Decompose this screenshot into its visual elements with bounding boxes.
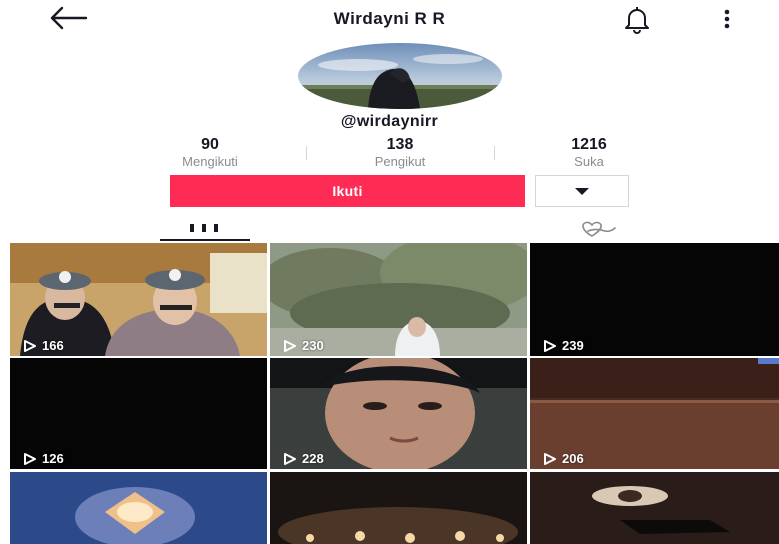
video-grid: 166 230 239 126 228 206 xyxy=(10,243,779,544)
tab-videos[interactable] xyxy=(160,214,250,241)
bell-icon xyxy=(625,7,649,34)
play-outline-icon xyxy=(284,452,296,465)
top-bar: Wirdayni R R xyxy=(0,0,779,40)
caret-down-icon xyxy=(575,188,589,195)
video-thumbnail-5[interactable]: 228 xyxy=(270,358,527,469)
notifications-button[interactable] xyxy=(620,4,654,34)
avatar-photo xyxy=(298,43,502,109)
video-thumbnail-2[interactable]: 230 xyxy=(270,243,527,356)
view-count-value: 230 xyxy=(302,338,324,353)
stat-followers-label: Pengikut xyxy=(374,154,426,169)
play-outline-icon xyxy=(544,339,556,352)
profile-name-title: Wirdayni R R xyxy=(333,9,446,28)
view-count-value: 206 xyxy=(562,451,584,466)
view-count: 230 xyxy=(283,338,324,353)
view-count: 166 xyxy=(23,338,64,353)
play-outline-icon xyxy=(24,339,36,352)
stat-followers[interactable]: 138 Pengikut xyxy=(330,136,470,170)
stat-likes-value: 1216 xyxy=(571,136,607,153)
video-thumbnail-7[interactable] xyxy=(10,472,267,544)
view-count: 126 xyxy=(23,451,64,466)
play-outline-icon xyxy=(544,452,556,465)
video-thumbnail-6[interactable]: 206 xyxy=(530,358,779,469)
play-outline-icon xyxy=(24,452,36,465)
more-vertical-icon xyxy=(724,9,730,29)
tab-liked-videos[interactable] xyxy=(555,214,635,241)
view-count: 228 xyxy=(283,451,324,466)
view-count-value: 228 xyxy=(302,451,324,466)
video-thumbnail-9[interactable] xyxy=(530,472,779,544)
video-thumbnail-3[interactable]: 239 xyxy=(530,243,779,356)
follow-button[interactable]: Ikuti xyxy=(170,175,525,207)
suggested-accounts-dropdown-button[interactable] xyxy=(535,175,629,207)
heart-hand-icon xyxy=(582,221,616,237)
profile-handle: @wirdaynirr xyxy=(340,113,439,130)
video-thumbnail-image xyxy=(10,472,267,544)
stat-followers-value: 138 xyxy=(386,136,414,153)
view-count-value: 239 xyxy=(562,338,584,353)
stat-following-label: Mengikuti xyxy=(182,154,238,169)
view-count: 239 xyxy=(543,338,584,353)
video-thumbnail-image xyxy=(530,472,779,544)
view-count: 206 xyxy=(543,451,584,466)
more-options-button[interactable] xyxy=(716,6,738,34)
stat-divider xyxy=(494,146,495,160)
video-thumbnail-1[interactable]: 166 xyxy=(10,243,267,356)
active-tab-indicator xyxy=(160,239,250,241)
play-outline-icon xyxy=(284,339,296,352)
stat-divider xyxy=(306,146,307,160)
profile-avatar[interactable] xyxy=(298,43,502,109)
video-thumbnail-image xyxy=(270,472,527,544)
view-count-value: 126 xyxy=(42,451,64,466)
video-thumbnail-8[interactable] xyxy=(270,472,527,544)
video-thumbnail-4[interactable]: 126 xyxy=(10,358,267,469)
stat-following[interactable]: 90 Mengikuti xyxy=(140,136,280,170)
stat-following-value: 90 xyxy=(201,136,219,153)
grid-icon xyxy=(190,224,218,232)
view-count-value: 166 xyxy=(42,338,64,353)
stat-likes[interactable]: 1216 Suka xyxy=(519,136,659,170)
stat-likes-label: Suka xyxy=(574,154,604,169)
